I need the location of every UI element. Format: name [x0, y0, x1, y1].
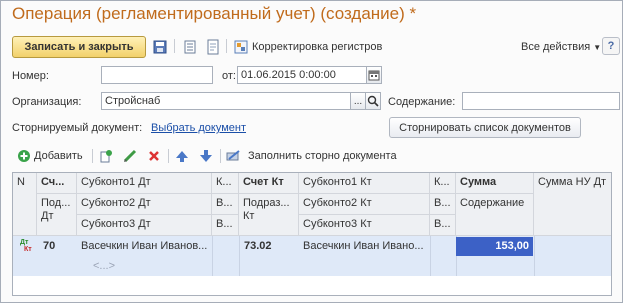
window-title: Операция (регламентированный учет) (созд… — [12, 4, 417, 23]
cell-subconto1-kt[interactable]: Васечкин Иван Ивано... — [303, 240, 424, 252]
registers-icon — [233, 39, 249, 55]
add-icon — [16, 148, 32, 164]
correct-registers-button[interactable]: Корректировка регистров — [252, 41, 382, 53]
column-header-subconto3-dt[interactable]: Субконто3 Дт — [77, 215, 212, 236]
column-header-currency-sum-dt[interactable]: В... — [212, 215, 239, 236]
number-field[interactable] — [101, 66, 213, 84]
column-divider — [430, 236, 431, 276]
storno-icon — [226, 148, 242, 164]
column-header-currency-sum-kt[interactable]: В... — [430, 215, 456, 236]
column-header-currency-dt[interactable]: В... — [212, 194, 239, 215]
toolbar-separator — [174, 39, 175, 53]
cell-account-dt[interactable]: 70 — [43, 240, 55, 252]
storno-list-button[interactable]: Сторнировать список документов — [389, 117, 581, 138]
all-actions-menu[interactable]: Все действия ▼ — [521, 41, 601, 53]
column-header-subconto2-kt[interactable]: Субконто2 Кт — [299, 194, 430, 215]
toolbar-separator — [168, 149, 169, 163]
toolbar-separator — [92, 149, 93, 163]
organization-label: Организация: — [12, 96, 82, 108]
doc-icon[interactable] — [205, 39, 221, 55]
save-and-close-button[interactable]: Записать и закрыть — [12, 36, 146, 58]
column-header-sum-nu-dt[interactable]: Сумма НУ Дт — [534, 173, 611, 236]
column-divider — [212, 236, 213, 276]
table-toolbar: Добавить Заполнить сторно документа — [12, 146, 612, 166]
column-header-sum[interactable]: Сумма — [456, 173, 534, 194]
column-header-n[interactable]: N — [13, 173, 37, 236]
select-document-link[interactable]: Выбрать документ — [151, 122, 246, 134]
content-label: Содержание: — [388, 96, 456, 108]
column-header-subconto3-kt[interactable]: Субконто3 Кт — [299, 215, 430, 236]
column-header-qty-dt[interactable]: К... — [212, 173, 239, 194]
organization-field[interactable]: Стройснаб — [101, 92, 351, 110]
help-button[interactable]: ? — [602, 37, 620, 55]
date-label: от: — [222, 70, 236, 82]
chevron-down-icon: ▼ — [593, 43, 602, 52]
cell-subconto1-dt[interactable]: Васечкин Иван Иванов... — [81, 240, 207, 252]
save-icon[interactable] — [152, 39, 168, 55]
add-button[interactable]: Добавить — [34, 150, 83, 162]
table-header: N Сч... Под... Дт Субконто1 Дт Субконто2… — [13, 173, 611, 236]
column-divider — [239, 236, 240, 276]
organization-select-button[interactable]: ... — [350, 92, 366, 110]
cell-subconto2-dt-placeholder[interactable]: <...> — [93, 260, 115, 272]
date-field[interactable]: 01.06.2015 0:00:00 — [237, 66, 367, 84]
entry-type-icon: Дт Кт — [20, 239, 32, 253]
column-header-division-kt[interactable]: Подраз... Кт — [239, 194, 299, 236]
cell-sum-selected[interactable]: 153,00 — [456, 237, 533, 256]
delete-icon[interactable] — [146, 148, 162, 164]
search-icon[interactable] — [365, 92, 381, 110]
calendar-icon[interactable] — [366, 66, 382, 84]
column-header-subconto2-dt[interactable]: Субконто2 Дт — [77, 194, 212, 215]
list-icon[interactable] — [182, 39, 198, 55]
column-header-account-kt[interactable]: Счет Кт — [239, 173, 299, 194]
up-icon[interactable] — [174, 148, 190, 164]
copy-icon[interactable] — [98, 148, 114, 164]
all-actions-label: Все действия — [521, 41, 591, 53]
fill-storno-button[interactable]: Заполнить сторно документа — [248, 150, 397, 162]
content-field[interactable] — [462, 92, 620, 110]
toolbar-separator — [220, 149, 221, 163]
column-header-subconto1-dt[interactable]: Субконто1 Дт — [77, 173, 212, 194]
column-header-account-dt[interactable]: Сч... — [37, 173, 77, 194]
column-divider — [534, 236, 535, 276]
column-header-subconto1-kt[interactable]: Субконто1 Кт — [299, 173, 430, 194]
storno-document-label: Сторнируемый документ: — [12, 122, 143, 134]
toolbar-separator — [226, 39, 227, 53]
number-label: Номер: — [12, 70, 49, 82]
document-window: Операция (регламентированный учет) (созд… — [0, 0, 623, 303]
edit-icon[interactable] — [122, 148, 138, 164]
column-header-qty-kt[interactable]: К... — [430, 173, 456, 194]
column-header-division-dt[interactable]: Под... Дт — [37, 194, 77, 236]
entries-table[interactable]: N Сч... Под... Дт Субконто1 Дт Субконто2… — [12, 172, 612, 296]
cell-account-kt[interactable]: 73.02 — [244, 240, 272, 252]
column-header-content[interactable]: Содержание — [456, 194, 534, 236]
column-header-currency-kt[interactable]: В... — [430, 194, 456, 215]
main-toolbar: Записать и закрыть Корректировка регистр… — [12, 36, 620, 58]
down-icon[interactable] — [198, 148, 214, 164]
